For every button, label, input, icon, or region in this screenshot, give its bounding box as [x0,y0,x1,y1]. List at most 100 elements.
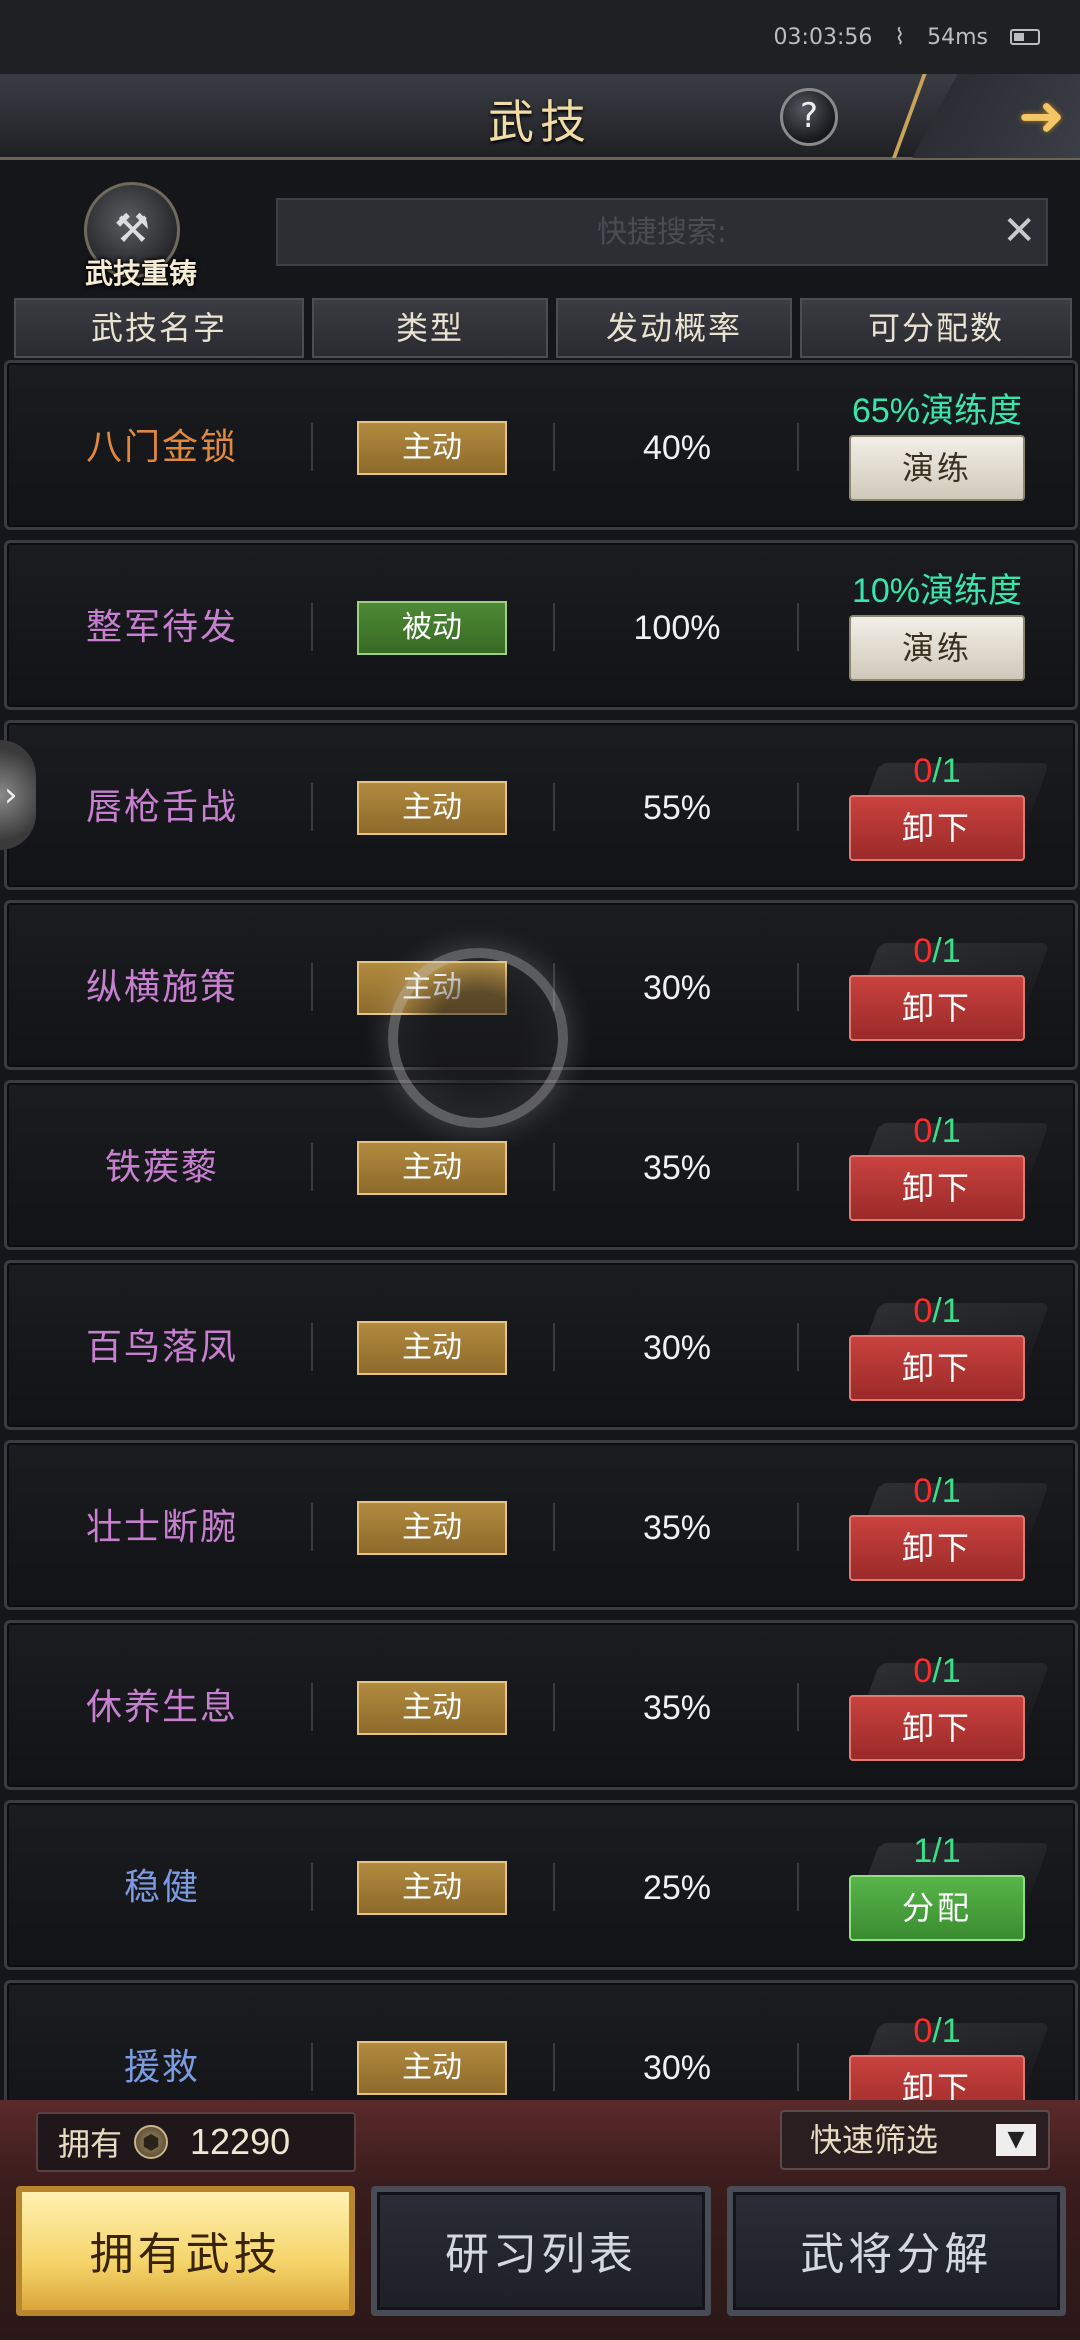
skill-row[interactable]: 铁蒺藜 主动 35% 0/1 卸下 [4,1080,1078,1250]
divider [553,2043,555,2091]
unload-button[interactable]: 卸下 [849,975,1025,1041]
alloc-total: 1 [941,1292,961,1330]
owned-amount: 12290 [190,2121,291,2162]
skill-row[interactable]: 百鸟落凤 主动 30% 0/1 卸下 [4,1260,1078,1430]
alloc-count: 0/1 [837,751,1037,791]
skill-list[interactable]: 八门金锁 主动 40% 65%演练度 演练 整军待发 被动 100% 10%演练… [4,360,1078,2100]
skill-row[interactable]: 唇枪舌战 主动 55% 0/1 卸下 [4,720,1078,890]
alloc-used: 0 [913,932,933,970]
header-trigger-rate[interactable]: 发动概率 [556,298,792,358]
skill-type-badge: 主动 [357,1501,507,1555]
tab-study-list[interactable]: 研习列表 [371,2186,711,2316]
skill-row[interactable]: 八门金锁 主动 40% 65%演练度 演练 [4,360,1078,530]
divider [553,423,555,471]
alloc-used: 1 [913,1832,933,1870]
divider [797,1323,799,1371]
divider [311,1683,313,1731]
skill-type-badge: 主动 [357,1681,507,1735]
tab-general-decompose[interactable]: 武将分解 [726,2186,1066,2316]
unload-button[interactable]: 卸下 [849,1155,1025,1221]
alloc-used: 0 [913,1112,933,1150]
train-button[interactable]: 演练 [849,435,1025,501]
drill-progress-text: 10%演练度 [851,572,1023,610]
skill-type-badge: 主动 [357,2041,507,2095]
reforge-label: 武技重铸 [84,257,197,290]
alloc-slash: / [932,932,942,970]
alloc-count: 0/1 [837,1651,1037,1691]
alloc-count: 0/1 [837,2011,1037,2051]
skill-row[interactable]: 壮士断腕 主动 35% 0/1 卸下 [4,1440,1078,1610]
header-allocatable[interactable]: 可分配数 [800,298,1072,358]
tab-owned-skills[interactable]: 拥有武技 [16,2186,356,2316]
skill-type-badge: 主动 [357,961,507,1015]
alloc-slash: / [932,1112,942,1150]
skill-name: 援救 [123,2047,200,2088]
skill-row[interactable]: 休养生息 主动 35% 0/1 卸下 [4,1620,1078,1790]
divider [553,963,555,1011]
dropdown-arrow-icon: ▼ [996,2124,1036,2156]
search-input[interactable] [278,200,1046,264]
alloc-slash: / [932,1832,942,1870]
trigger-rate: 35% [642,1149,712,1187]
divider [797,603,799,651]
skill-row[interactable]: 稳健 主动 25% 1/1 分配 [4,1800,1078,1970]
skill-name: 壮士断腕 [85,1507,238,1548]
alloc-count: 0/1 [837,931,1037,971]
reforge-button[interactable]: ⚒ 武技重铸 [76,182,197,292]
train-button[interactable]: 演练 [849,615,1025,681]
quick-filter-dropdown[interactable]: 快速筛选 ▼ [780,2110,1050,2170]
skill-type-badge: 被动 [357,601,507,655]
alloc-total: 1 [941,2012,961,2050]
quick-filter-label: 快速筛选 [810,2121,939,2159]
unload-button[interactable]: 卸下 [849,2055,1025,2100]
divider [797,1143,799,1191]
skill-type-badge: 主动 [357,421,507,475]
divider [553,1863,555,1911]
skill-name: 整军待发 [85,607,238,648]
header-type[interactable]: 类型 [312,298,548,358]
owned-label: 拥有 [58,2125,123,2163]
header-skill-name[interactable]: 武技名字 [14,298,304,358]
divider [797,1683,799,1731]
back-button[interactable]: ➜ [892,74,1080,158]
alloc-total: 1 [941,1472,961,1510]
divider [311,1323,313,1371]
assign-button[interactable]: 分配 [849,1875,1025,1941]
divider [553,1143,555,1191]
bottom-tabs: 拥有武技 研习列表 武将分解 [16,2186,1066,2326]
trigger-rate: 35% [642,1509,712,1547]
alloc-total: 1 [941,1832,961,1870]
trigger-rate: 55% [642,789,712,827]
arrow-right-icon: ➜ [1018,84,1066,149]
skill-name: 稳健 [123,1867,200,1908]
alloc-slash: / [932,1652,942,1690]
skill-type-badge: 主动 [357,1141,507,1195]
unload-button[interactable]: 卸下 [849,795,1025,861]
trigger-rate: 30% [642,1329,712,1367]
help-button[interactable]: ? [780,88,838,146]
token-icon: ⬢ [134,2125,169,2159]
skill-row[interactable]: 援救 主动 30% 0/1 卸下 [4,1980,1078,2100]
alloc-slash: / [932,752,942,790]
unload-button[interactable]: 卸下 [849,1335,1025,1401]
status-bar: 03:03:56 ⌇ 54ms [0,0,1080,74]
drill-progress-text: 65%演练度 [851,392,1023,430]
divider [311,963,313,1011]
owned-currency: 拥有 ⬢ 12290 [36,2112,356,2172]
divider [311,423,313,471]
skill-name: 铁蒺藜 [104,1147,219,1188]
skill-type-badge: 主动 [357,1321,507,1375]
search-box: ✕ [276,198,1048,266]
drill-progress: 65%演练度 [837,391,1037,431]
unload-button[interactable]: 卸下 [849,1515,1025,1581]
skill-row[interactable]: 纵横施策 主动 30% 0/1 卸下 [4,900,1078,1070]
skill-row[interactable]: 整军待发 被动 100% 10%演练度 演练 [4,540,1078,710]
alloc-slash: / [932,1472,942,1510]
divider [311,1863,313,1911]
clear-search-icon[interactable]: ✕ [1002,208,1036,254]
alloc-used: 0 [913,1292,933,1330]
divider [797,423,799,471]
alloc-slash: / [932,2012,942,2050]
unload-button[interactable]: 卸下 [849,1695,1025,1761]
signal-icon: ⌇ [894,24,906,50]
